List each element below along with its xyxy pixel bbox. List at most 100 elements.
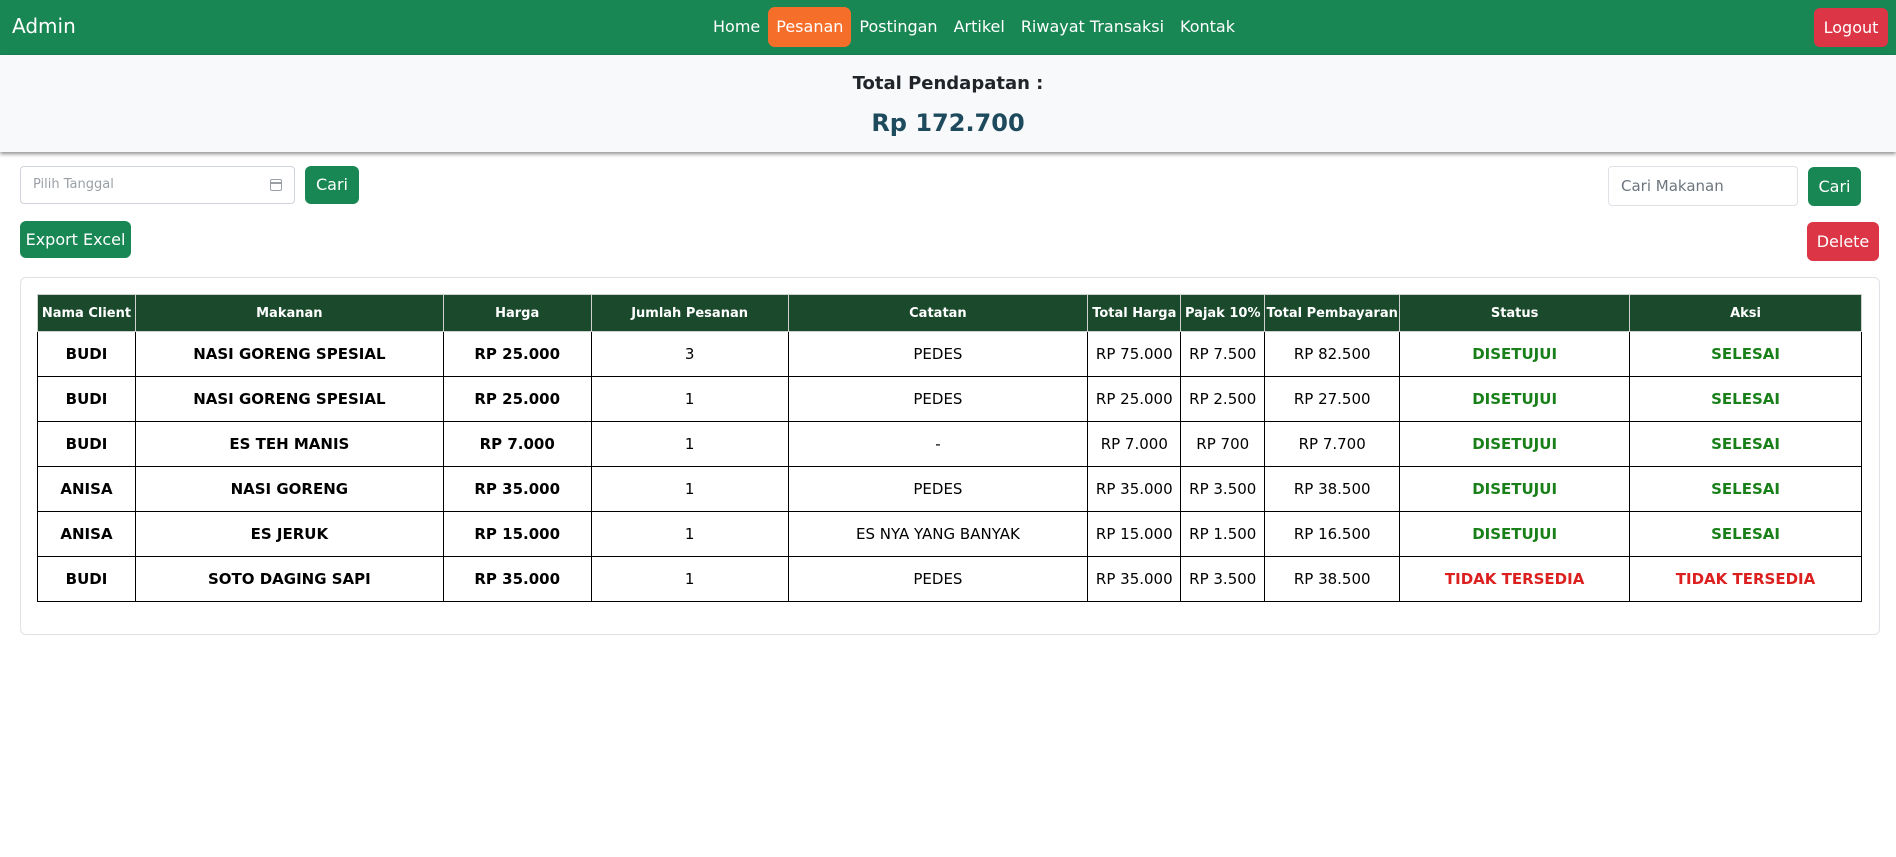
cell-tax: RP 7.500 [1180,331,1266,377]
cell-action[interactable]: SELESAI [1629,511,1862,557]
food-search-button[interactable]: Cari [1808,167,1861,206]
cell-note: ES NYA YANG BANYAK [787,511,1089,557]
revenue-summary: Total Pendapatan : Rp 172.700 [0,55,1896,152]
cell-total: RP 75.000 [1087,331,1182,377]
cell-note: PEDES [787,331,1089,377]
cell-payment: RP 7.700 [1264,421,1401,467]
cell-food: ES TEH MANIS [134,421,444,467]
revenue-label: Total Pendapatan : [852,73,1044,94]
cell-payment: RP 27.500 [1264,376,1401,422]
cell-qty: 1 [590,466,789,512]
cell-status: DISETUJUI [1399,511,1631,557]
col-header-status: Status [1399,294,1631,332]
calendar-icon[interactable] [270,179,282,191]
food-search-input[interactable]: Cari Makanan [1608,166,1798,206]
cell-price: RP 15.000 [442,511,592,557]
cell-note: - [787,421,1089,467]
top-navbar: Admin Home Pesanan Postingan Artikel Riw… [0,0,1896,55]
cell-status: DISETUJUI [1399,466,1631,512]
logout-button[interactable]: Logout [1814,8,1888,47]
cell-payment: RP 38.500 [1264,556,1401,602]
nav-item-riwayat-transaksi[interactable]: Riwayat Transaksi [1013,7,1172,47]
col-header-nama-client: Nama Client [37,294,136,332]
cell-action[interactable]: TIDAK TERSEDIA [1629,556,1862,602]
col-header-pajak: Pajak 10% [1180,294,1266,332]
cell-payment: RP 38.500 [1264,466,1401,512]
orders-table: Nama Client Makanan Harga Jumlah Pesanan… [37,294,1862,602]
table-row: BUDI SOTO DAGING SAPI RP 35.000 1 PEDES … [37,556,1862,602]
col-header-jumlah-pesanan: Jumlah Pesanan [590,294,789,332]
table-header-row: Nama Client Makanan Harga Jumlah Pesanan… [37,294,1862,332]
cell-client: ANISA [37,511,136,557]
cell-total: RP 35.000 [1087,466,1182,512]
cell-food: NASI GORENG SPESIAL [134,331,444,377]
cell-status: DISETUJUI [1399,421,1631,467]
cell-total: RP 15.000 [1087,511,1182,557]
col-header-total-pembayaran: Total Pembayaran [1264,294,1401,332]
table-row: BUDI NASI GORENG SPESIAL RP 25.000 3 PED… [37,331,1862,377]
cell-action[interactable]: SELESAI [1629,466,1862,512]
cell-payment: RP 82.500 [1264,331,1401,377]
cell-client: BUDI [37,421,136,467]
cell-food: ES JERUK [134,511,444,557]
food-search-placeholder: Cari Makanan [1621,177,1724,195]
date-search-button[interactable]: Cari [305,166,359,204]
cell-tax: RP 2.500 [1180,376,1266,422]
nav-item-postingan[interactable]: Postingan [851,7,945,47]
cell-qty: 1 [590,421,789,467]
cell-client: BUDI [37,556,136,602]
nav-item-kontak[interactable]: Kontak [1172,7,1243,47]
cell-total: RP 7.000 [1087,421,1182,467]
cell-total: RP 35.000 [1087,556,1182,602]
cell-tax: RP 1.500 [1180,511,1266,557]
cell-qty: 1 [590,556,789,602]
cell-note: PEDES [787,466,1089,512]
cell-food: NASI GORENG SPESIAL [134,376,444,422]
cell-total: RP 25.000 [1087,376,1182,422]
cell-action[interactable]: SELESAI [1629,331,1862,377]
cell-qty: 1 [590,511,789,557]
cell-price: RP 25.000 [442,331,592,377]
cell-client: ANISA [37,466,136,512]
delete-button[interactable]: Delete [1807,222,1879,261]
cell-price: RP 35.000 [442,556,592,602]
col-header-catatan: Catatan [787,294,1089,332]
cell-price: RP 7.000 [442,421,592,467]
col-header-makanan: Makanan [134,294,444,332]
cell-tax: RP 700 [1180,421,1266,467]
cell-note: PEDES [787,376,1089,422]
nav-item-home[interactable]: Home [705,7,768,47]
nav-item-pesanan[interactable]: Pesanan [768,7,852,47]
cell-qty: 1 [590,376,789,422]
cell-price: RP 25.000 [442,376,592,422]
cell-food: NASI GORENG [134,466,444,512]
cell-price: RP 35.000 [442,466,592,512]
cell-payment: RP 16.500 [1264,511,1401,557]
cell-client: BUDI [37,331,136,377]
nav-item-artikel[interactable]: Artikel [946,7,1013,47]
nav-menu: Home Pesanan Postingan Artikel Riwayat T… [705,7,1243,47]
cell-food: SOTO DAGING SAPI [134,556,444,602]
cell-action[interactable]: SELESAI [1629,421,1862,467]
date-picker-input[interactable]: Pilih Tanggal [20,166,295,204]
cell-status: TIDAK TERSEDIA [1399,556,1631,602]
cell-status: DISETUJUI [1399,376,1631,422]
cell-qty: 3 [590,331,789,377]
date-placeholder: Pilih Tanggal [33,177,114,192]
cell-tax: RP 3.500 [1180,556,1266,602]
col-header-aksi: Aksi [1629,294,1862,332]
export-excel-button[interactable]: Export Excel [20,221,131,258]
revenue-value: Rp 172.700 [871,109,1025,137]
table-row: BUDI NASI GORENG SPESIAL RP 25.000 1 PED… [37,376,1862,422]
cell-note: PEDES [787,556,1089,602]
cell-action[interactable]: SELESAI [1629,376,1862,422]
cell-client: BUDI [37,376,136,422]
brand-title[interactable]: Admin [12,14,76,38]
col-header-total-harga: Total Harga [1087,294,1182,332]
table-row: ANISA ES JERUK RP 15.000 1 ES NYA YANG B… [37,511,1862,557]
cell-tax: RP 3.500 [1180,466,1266,512]
table-row: ANISA NASI GORENG RP 35.000 1 PEDES RP 3… [37,466,1862,512]
table-row: BUDI ES TEH MANIS RP 7.000 1 - RP 7.000 … [37,421,1862,467]
col-header-harga: Harga [442,294,592,332]
cell-status: DISETUJUI [1399,331,1631,377]
